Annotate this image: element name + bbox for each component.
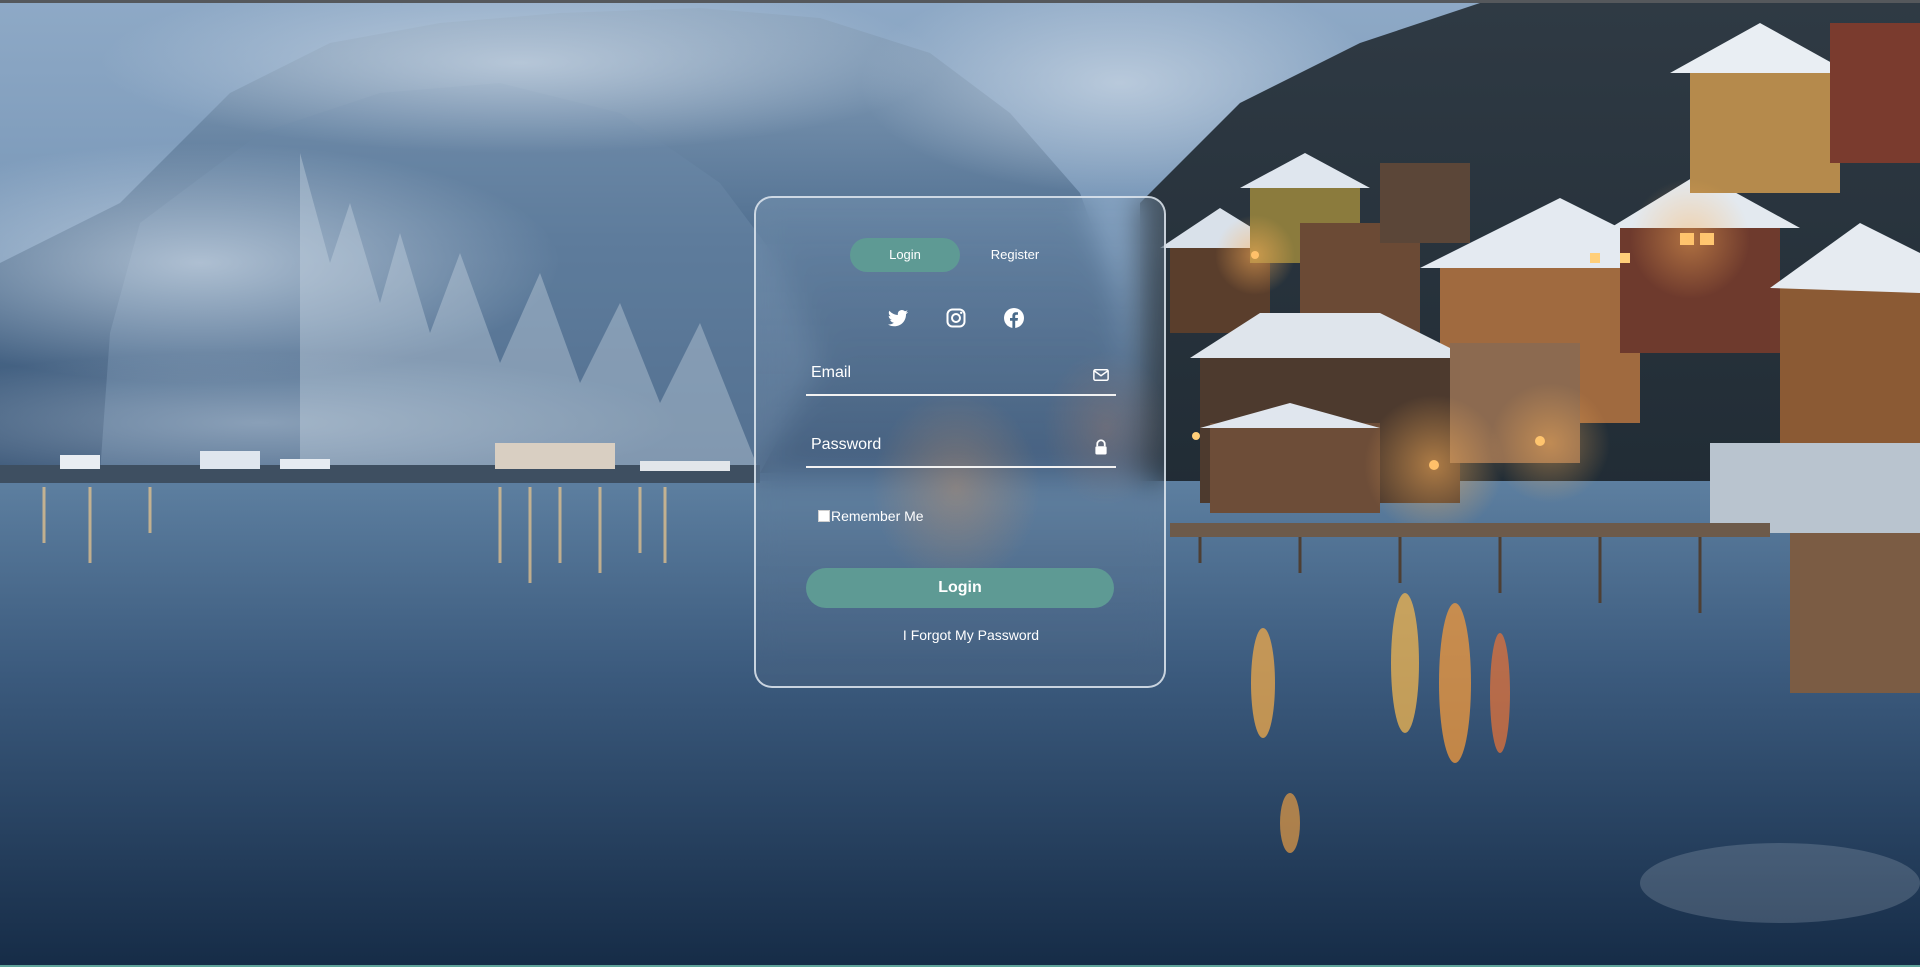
remember-me-checkbox[interactable] [818,510,830,522]
instagram-icon[interactable] [944,306,968,330]
login-button[interactable]: Login [806,568,1114,608]
remember-me-label: Remember Me [831,508,924,524]
password-input[interactable] [806,426,1083,464]
auth-tabs: Login Register [850,238,1060,272]
twitter-icon[interactable] [886,306,910,330]
facebook-icon[interactable] [1002,306,1026,330]
browser-top-edge [0,0,1920,3]
social-links [886,306,1036,330]
forgot-password-link[interactable]: I Forgot My Password [756,627,1164,643]
remember-me: Remember Me [818,508,924,524]
login-page: Login Register Email Remember Me Login I… [0,0,1920,967]
tab-login[interactable]: Login [850,238,960,272]
lock-icon [1092,438,1110,456]
envelope-icon [1092,366,1110,384]
email-input[interactable] [806,354,1083,392]
email-field [806,354,1116,396]
password-field [806,426,1116,468]
login-card: Login Register Email Remember Me Login I… [754,196,1166,688]
tab-register[interactable]: Register [970,238,1060,272]
